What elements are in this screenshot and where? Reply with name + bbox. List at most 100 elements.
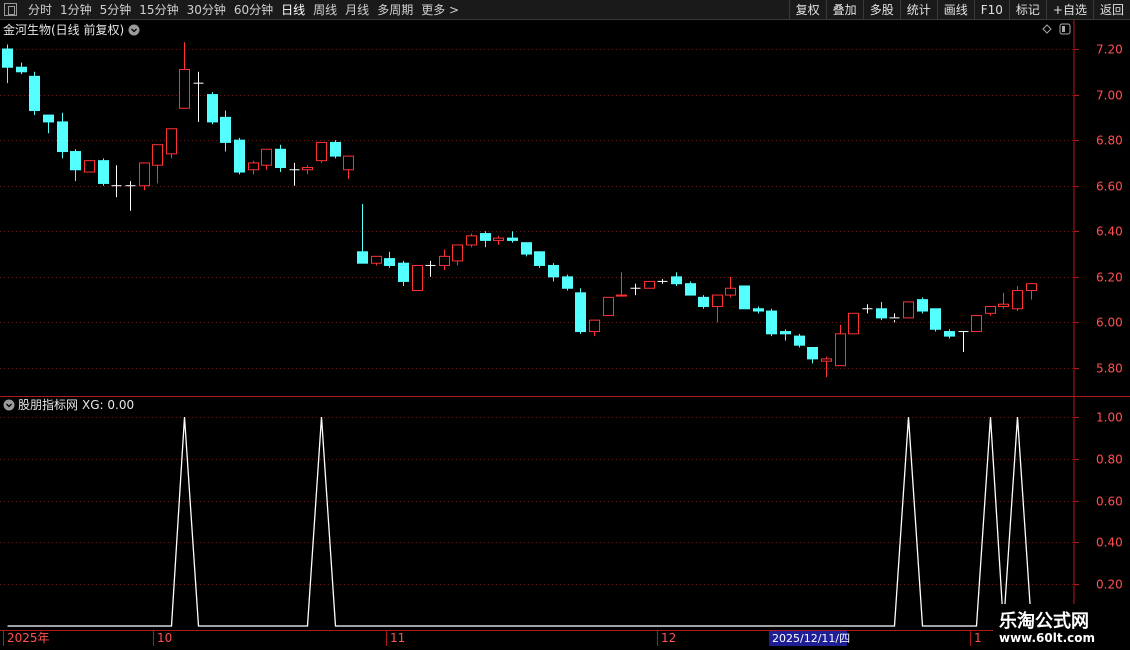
candle [2,44,13,84]
candle-body [698,296,709,307]
toolbar-button[interactable]: +自选 [1045,0,1093,20]
candle [562,274,573,291]
date-tick-label: 10 [157,631,172,645]
candle [603,296,614,317]
candle-body [534,251,545,266]
period-tab[interactable]: 日线 [277,0,309,20]
period-tab[interactable]: 月线 [341,0,373,20]
candle-body [903,301,914,319]
candle [439,249,450,271]
candle [534,251,545,268]
candle [848,312,859,335]
candle [384,251,395,268]
chart-area[interactable]: 金河生物(日线 前复权) 股朋指标网 XG: 0.00 7.20 7.00 6.80… [0,20,1130,650]
candle-body [1012,290,1023,310]
period-tab[interactable]: 1分钟 [56,0,96,20]
toolbar-button[interactable]: 标记 [1008,0,1046,20]
candle [575,288,586,334]
candle-body [821,358,832,362]
panel-toggle-icon-fill [1062,26,1065,32]
candle-body [930,308,941,330]
candle-body [644,280,655,289]
candle [357,203,368,264]
period-tab[interactable]: 60分钟 [230,0,277,20]
candle [630,283,641,296]
candle-body [57,121,68,153]
period-tab[interactable]: 分时 [24,0,56,20]
candle-body [179,69,190,109]
period-tab[interactable]: 周线 [309,0,341,20]
candle [330,140,341,159]
candle [207,92,218,125]
toolbar-button[interactable]: F10 [973,0,1009,20]
candle [139,162,150,191]
date-tick-label: 11 [390,631,405,645]
candle [316,141,327,163]
period-tab[interactable]: 30分钟 [183,0,230,20]
toolbar-button[interactable]: 统计 [899,0,937,20]
window-toggle-icon[interactable] [4,3,17,16]
price-tick-label: 5.80 [1096,362,1123,376]
candle [876,301,887,321]
stock-title: 金河生物(日线 前复权) [3,22,124,37]
toolbar-button[interactable]: 返回 [1092,0,1130,20]
candle [43,114,54,134]
candle-body [220,116,231,143]
candle-body [398,262,409,282]
candle [302,165,313,175]
candle-body [439,255,450,266]
candle-body [603,296,614,317]
toolbar-button[interactable]: 叠加 [825,0,863,20]
candle [452,244,463,266]
period-tab[interactable]: 5分钟 [96,0,136,20]
price-axis: 7.20 7.00 6.80 6.60 6.40 6.20 6.00 5.80 [1074,43,1123,376]
candle-body [302,166,313,171]
candle-body [98,160,109,184]
candle [84,160,95,173]
candle [835,324,846,367]
period-tab[interactable]: 多周期 [373,0,417,20]
indicator-tick-label: 0.20 [1096,578,1123,592]
price-tick-label: 6.80 [1096,134,1123,148]
period-tab[interactable]: 15分钟 [135,0,182,20]
candle-body [261,148,272,166]
diamond-icon[interactable] [1042,24,1052,34]
candle [725,276,736,298]
candle [589,319,600,337]
candle-body [16,66,27,73]
candle [371,255,382,266]
candle [889,313,900,323]
candle [398,260,409,286]
indicator-menu-icon[interactable] [3,399,15,411]
candle-body [998,303,1009,307]
candle-body [412,264,423,292]
indicator-tick-label: 0.40 [1096,536,1123,550]
toolbar-button[interactable]: 画线 [936,0,974,20]
candle [930,308,941,332]
panel-menu-icon[interactable] [128,24,140,36]
candle-body [985,305,996,314]
candle [862,304,873,314]
candle [780,329,791,341]
candle [807,346,818,364]
candle-body [521,242,532,255]
candle-body [685,283,696,296]
toolbar-button[interactable]: 多股 [862,0,900,20]
candle-body [917,299,928,312]
candle-body [766,310,777,335]
period-tab[interactable]: 更多 > [417,0,463,20]
watermark-title: 乐淘公式网 [999,611,1089,632]
candle-body [207,94,218,123]
candle [220,110,231,152]
toolbar-button[interactable]: 复权 [788,0,826,20]
candle [753,306,764,314]
candle-body [575,292,586,333]
candle-body [234,139,245,173]
candle-body [548,264,559,278]
date-tick-label: 1 [974,631,982,645]
candle-body [43,114,54,123]
candle [971,315,982,333]
date-axis: 2025年 10 11 12 1 2025/12/11/四 [3,630,982,646]
watermark-url: www.60lt.com [999,631,1096,645]
candle-body [725,287,736,296]
